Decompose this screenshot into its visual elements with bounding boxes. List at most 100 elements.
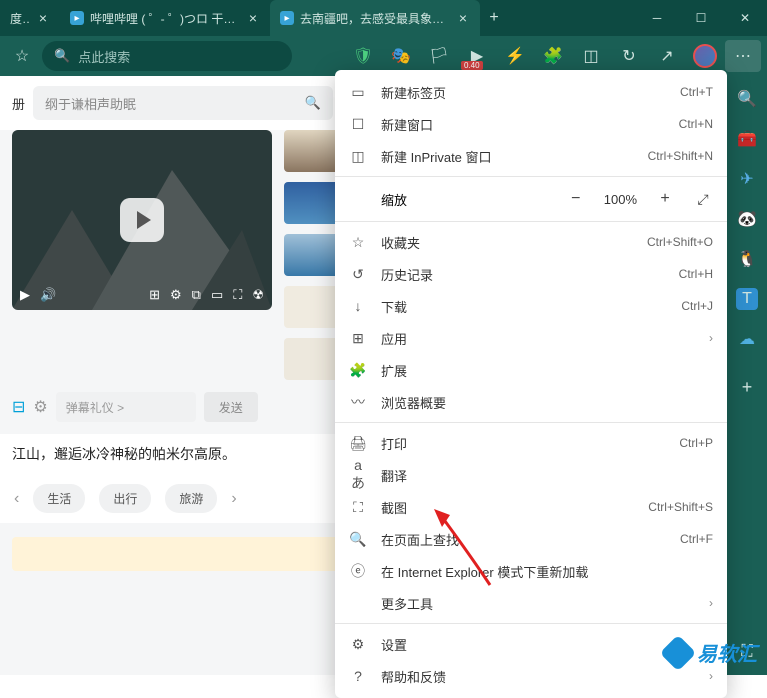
fullscreen-icon[interactable]: ⛶ [233, 287, 242, 303]
video-controls: ▶ 🔊 ⊞ ⚙ ⧉ ▭ ⛶ ☢ [12, 280, 272, 310]
menu-new-window[interactable]: ☐ 新建窗口 Ctrl+N [335, 108, 727, 140]
window-icon: ☐ [349, 116, 367, 133]
extensions-icon[interactable]: 🧩 [535, 40, 571, 72]
zoom-value: 100% [604, 192, 637, 207]
chevron-right-icon[interactable]: › [231, 490, 236, 508]
thumbnail[interactable] [284, 234, 340, 276]
close-icon[interactable]: × [246, 11, 260, 25]
menu-more-tools[interactable]: 更多工具 › [335, 587, 727, 619]
tab-label: 哔哩哔哩 ( ゜- ゜)つロ 干杯~-| [90, 10, 240, 27]
page-search[interactable]: 纲于谦相声助眠 🔍 [33, 86, 333, 120]
address-placeholder: 点此搜索 [78, 47, 130, 66]
add-icon[interactable]: + [736, 376, 758, 398]
settings-icon[interactable]: ⚙ [170, 287, 182, 303]
quality-icon[interactable]: ⊞ [149, 287, 160, 303]
menu-new-inprivate[interactable]: ◫ 新建 InPrivate 窗口 Ctrl+Shift+N [335, 140, 727, 172]
home-button[interactable]: ☆ [6, 40, 38, 72]
sidebar: 🔍 🧰 ✈ 🐼 🐧 T ☁ + ⛶ [727, 76, 767, 675]
zoom-in-button[interactable]: + [655, 189, 675, 209]
thumbnail[interactable] [284, 182, 340, 224]
bolt-icon[interactable]: ⚡ [497, 40, 533, 72]
close-icon[interactable]: × [36, 11, 50, 25]
qq-icon[interactable]: 🐧 [736, 248, 758, 270]
menu-zoom: · 缩放 − 100% + ⤢ [335, 181, 727, 217]
minimize-button[interactable]: ─ [635, 0, 679, 36]
apps-icon: ⊞ [349, 330, 367, 347]
tab-active[interactable]: ▸ 去南疆吧，去感受最具象的冰 × [270, 0, 480, 36]
history-icon: ↺ [349, 266, 367, 283]
shield-icon[interactable]: 🛡 [345, 40, 381, 72]
find-icon: 🔍 [349, 531, 367, 548]
tab-icon: ▭ [349, 84, 367, 101]
tab-bilibili[interactable]: ▸ 哔哩哔哩 ( ゜- ゜)つロ 干杯~-| × [60, 0, 270, 36]
send-button[interactable]: 发送 [204, 392, 258, 422]
mask-icon[interactable]: 🎭 [383, 40, 419, 72]
new-tab-button[interactable]: + [480, 0, 508, 36]
printer-icon: 🖨 [349, 435, 367, 452]
menu-new-tab[interactable]: ▭ 新建标签页 Ctrl+T [335, 76, 727, 108]
history-icon[interactable]: ↻ [611, 40, 647, 72]
menu-find[interactable]: 🔍 在页面上查找 Ctrl+F [335, 523, 727, 555]
cloud-icon[interactable]: ☁ [736, 328, 758, 350]
danmu-toggle-icon[interactable]: ⊟ [12, 397, 25, 417]
search-icon: 🔍 [54, 48, 70, 64]
volume-icon[interactable]: 🔊 [40, 287, 56, 303]
chip-tourism[interactable]: 旅游 [165, 484, 217, 513]
menu-favorites[interactable]: ☆ 收藏夹 Ctrl+Shift+O [335, 226, 727, 258]
menu-history[interactable]: ↺ 历史记录 Ctrl+H [335, 258, 727, 290]
close-button[interactable]: ✕ [723, 0, 767, 36]
menu-extensions[interactable]: 🧩 扩展 [335, 354, 727, 386]
thumbnail[interactable] [284, 338, 340, 380]
chip-life[interactable]: 生活 [33, 484, 85, 513]
menu-screenshot[interactable]: ⛶ 截图 Ctrl+Shift+S [335, 491, 727, 523]
zoom-out-button[interactable]: − [566, 189, 586, 209]
thumbnail[interactable] [284, 130, 340, 172]
ie-icon: ⓔ [349, 561, 367, 581]
search-icon[interactable]: 🔍 [736, 88, 758, 110]
menu-translate[interactable]: aあ 翻译 [335, 459, 727, 491]
video-thumbnails [284, 130, 340, 380]
pulse-icon: 〰 [349, 392, 367, 412]
gear-icon: ⚙ [349, 636, 367, 653]
briefcase-icon[interactable]: 🧰 [736, 128, 758, 150]
sidebar-icon[interactable]: ◫ [573, 40, 609, 72]
share-icon[interactable]: ↗ [649, 40, 685, 72]
play-control-icon[interactable]: ▶ [20, 287, 30, 303]
speed-badge: 0.40 [461, 61, 483, 70]
badge-icon[interactable]: ▶0.40 [459, 40, 495, 72]
app-icon[interactable]: 🐼 [736, 208, 758, 230]
flag-icon[interactable]: 🏳 [421, 40, 457, 72]
send-icon[interactable]: ✈ [736, 168, 758, 190]
play-icon[interactable] [120, 198, 164, 242]
wide-icon[interactable]: ▭ [211, 287, 223, 303]
close-icon[interactable]: × [456, 11, 470, 25]
video-player[interactable]: ▶ 🔊 ⊞ ⚙ ⧉ ▭ ⛶ ☢ [12, 130, 272, 310]
tab-search[interactable]: 度搜索 × [0, 0, 60, 36]
search-text: 纲于谦相声助眠 [45, 94, 136, 113]
menu-button[interactable]: ⋯ [725, 40, 761, 72]
menu-ie-mode[interactable]: ⓔ 在 Internet Explorer 模式下重新加载 [335, 555, 727, 587]
titlebar: 度搜索 × ▸ 哔哩哔哩 ( ゜- ゜)つロ 干杯~-| × ▸ 去南疆吧，去感… [0, 0, 767, 36]
fullscreen-button[interactable]: ⤢ [693, 189, 713, 209]
radiation-icon[interactable]: ☢ [252, 287, 264, 303]
danmu-input[interactable]: 弹幕礼仪 > [56, 392, 196, 422]
menu-print[interactable]: 🖨 打印 Ctrl+P [335, 427, 727, 459]
window-controls: ─ ☐ ✕ [635, 0, 767, 36]
bilibili-icon: ▸ [70, 11, 84, 25]
menu-downloads[interactable]: ↓ 下载 Ctrl+J [335, 290, 727, 322]
tab-label: 度搜索 [10, 10, 30, 27]
chip-travel[interactable]: 出行 [99, 484, 151, 513]
danmu-settings-icon[interactable]: ⚙ [33, 397, 47, 417]
menu-browser-overview[interactable]: 〰 浏览器概要 [335, 386, 727, 418]
thumbnail[interactable] [284, 286, 340, 328]
watermark-icon [660, 634, 697, 671]
maximize-button[interactable]: ☐ [679, 0, 723, 36]
menu-apps[interactable]: ⊞ 应用 › [335, 322, 727, 354]
browser-menu: ▭ 新建标签页 Ctrl+T ☐ 新建窗口 Ctrl+N ◫ 新建 InPriv… [335, 70, 727, 698]
chevron-right-icon: › [709, 669, 713, 683]
address-bar[interactable]: 🔍 点此搜索 [42, 41, 292, 71]
chevron-left-icon[interactable]: ‹ [14, 490, 19, 508]
avatar[interactable] [687, 40, 723, 72]
tool-icon[interactable]: T [736, 288, 758, 310]
pip-icon[interactable]: ⧉ [192, 287, 201, 303]
